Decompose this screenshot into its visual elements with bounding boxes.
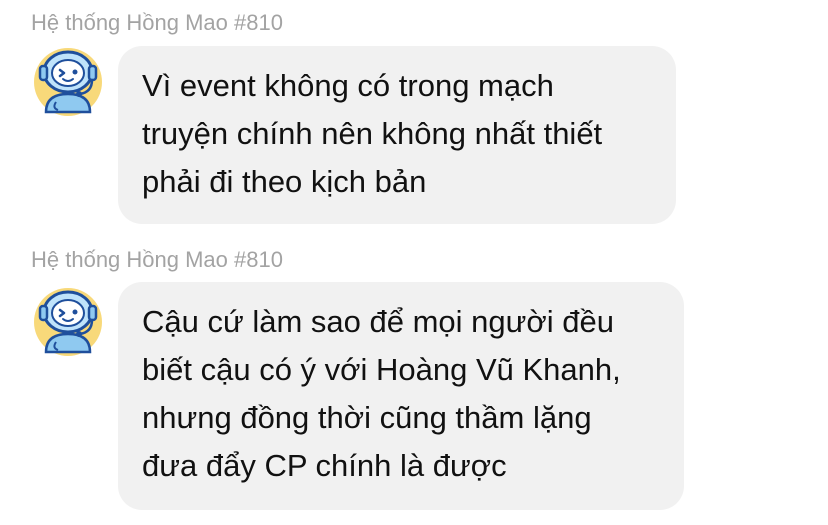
message-text-line: Cậu cứ làm sao để mọi người đều: [142, 304, 614, 339]
message-text-line: nhưng đồng thời cũng thầm lặng: [142, 400, 592, 435]
message-text-line: biết cậu có ý với Hoàng Vũ Khanh,: [142, 352, 621, 387]
message-text-line: Vì event không có trong mạch: [142, 68, 554, 103]
robot-mascot-icon: [34, 288, 102, 356]
sender-avatar[interactable]: [30, 282, 106, 358]
sender-avatar[interactable]: [30, 42, 106, 118]
sender-name: Hệ thống Hồng Mao #810: [31, 10, 283, 35]
message-text-line: đưa đẩy CP chính là được: [142, 448, 507, 483]
robot-mascot-icon: [34, 48, 102, 116]
message-bubble[interactable]: Vì event không có trong mạch truyện chín…: [118, 46, 676, 224]
message-text-line: phải đi theo kịch bản: [142, 164, 427, 199]
message-text-line: truyện chính nên không nhất thiết: [142, 116, 603, 151]
message-bubble[interactable]: Cậu cứ làm sao để mọi người đều biết cậu…: [118, 282, 684, 510]
sender-name: Hệ thống Hồng Mao #810: [31, 247, 283, 272]
